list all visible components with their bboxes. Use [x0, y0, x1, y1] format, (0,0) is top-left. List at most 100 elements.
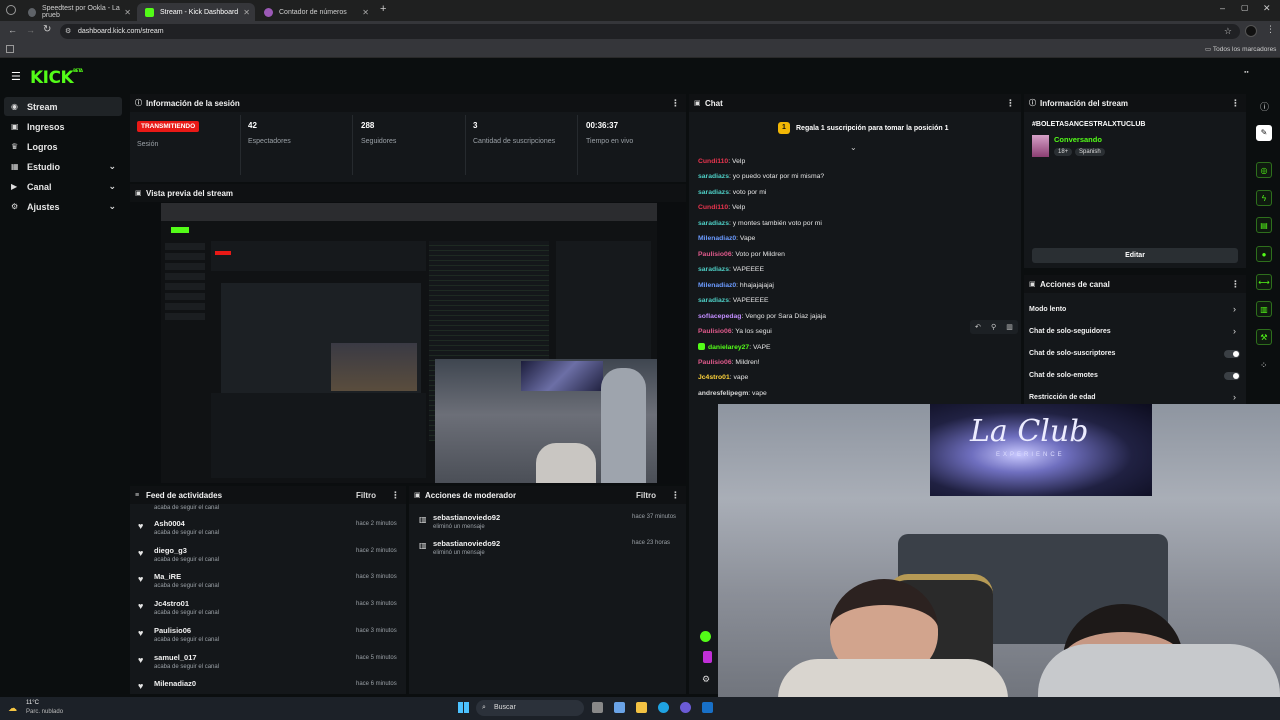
tab-close-icon[interactable]: ✕: [243, 8, 250, 17]
kick-bot-icon[interactable]: [703, 651, 712, 663]
chat-message[interactable]: Cundi110: Velp: [698, 204, 745, 211]
new-tab-button[interactable]: +: [380, 3, 386, 15]
kick-logo[interactable]: KICKBETA: [30, 68, 83, 88]
window-close-button[interactable]: ✕: [1263, 3, 1271, 14]
chat-message[interactable]: saradiazs: voto por mi: [698, 189, 766, 196]
sidebar-item-canal[interactable]: ▶ Canal ⌄: [4, 177, 122, 196]
chat-username[interactable]: saradiazs: [698, 297, 729, 304]
chat-username[interactable]: Milenadiaz0: [698, 235, 736, 242]
chevron-right-icon[interactable]: ›: [1233, 304, 1236, 314]
tab-contador[interactable]: Contador de números ✕: [256, 3, 374, 21]
browser-menu-icon[interactable]: ⋮: [1266, 24, 1275, 35]
subs-only-toggle[interactable]: [1224, 350, 1240, 358]
mod-item-name[interactable]: sebastianoviedo92: [433, 513, 500, 522]
profile-avatar[interactable]: [1245, 25, 1257, 37]
weather-icon[interactable]: ☁: [8, 703, 17, 714]
info-icon[interactable]: ⓘ: [1260, 100, 1269, 113]
chat-username[interactable]: Paulisio06: [698, 359, 732, 366]
feed-item-name[interactable]: Ash0004: [154, 519, 185, 528]
more-options-icon[interactable]: ⋮: [1231, 279, 1240, 290]
chat-message[interactable]: danielarey27: VAPE: [698, 343, 771, 351]
chat-username[interactable]: saradiazs: [698, 266, 729, 273]
chat-username[interactable]: Cundi110: [698, 158, 728, 165]
chevron-right-icon[interactable]: ›: [1233, 326, 1236, 336]
taskbar-app-icon[interactable]: [702, 702, 713, 713]
more-options-icon[interactable]: ⋮: [1006, 98, 1015, 109]
collapse-banner-icon[interactable]: ⌄: [850, 143, 857, 152]
tool-dots-icon[interactable]: ⁘: [1260, 360, 1268, 371]
chat-username[interactable]: Milenadiaz0: [698, 282, 736, 289]
url-input[interactable]: ⚙ dashboard.kick.com/stream ☆: [60, 24, 1240, 39]
emote-picker-icon[interactable]: [700, 631, 711, 642]
chat-message[interactable]: andresfelipegm: vape: [698, 390, 767, 397]
chat-message[interactable]: saradiazs: yo puedo votar por mi misma?: [698, 173, 824, 180]
user-avatar[interactable]: ●●: [1244, 69, 1260, 81]
stream-preview-video[interactable]: [161, 203, 657, 483]
chat-message[interactable]: soflacepedag: Vengo por Sara Díaz jajaja: [698, 313, 826, 320]
chat-settings-icon[interactable]: ⚙: [702, 674, 710, 685]
chat-username[interactable]: Cundi110: [698, 204, 728, 211]
taskbar-app-icon[interactable]: [680, 702, 691, 713]
more-options-icon[interactable]: ⋮: [671, 490, 680, 501]
chat-message[interactable]: saradiazs: VAPEEEE: [698, 266, 764, 273]
chat-username[interactable]: saradiazs: [698, 173, 729, 180]
feed-filter-button[interactable]: Filtro: [356, 491, 376, 500]
feed-item-name[interactable]: Milenadiaz0: [154, 679, 196, 688]
hamburger-menu-icon[interactable]: ☰: [11, 70, 21, 83]
chat-message[interactable]: Milenadiaz0: hhajajajajaj: [698, 282, 774, 289]
pinned-gift-banner[interactable]: 1 Regala 1 suscripción para tomar la pos…: [778, 121, 949, 135]
window-minimize-button[interactable]: –: [1220, 3, 1225, 13]
sidebar-item-ajustes[interactable]: ⚙ Ajustes ⌄: [4, 197, 122, 216]
delete-icon[interactable]: ▥: [1006, 323, 1013, 331]
tool-card-icon[interactable]: ▤: [1256, 217, 1272, 233]
feed-item-name[interactable]: Jc4stro01: [154, 599, 189, 608]
tab-close-icon[interactable]: ✕: [362, 8, 369, 17]
tab-search-icon[interactable]: [6, 5, 16, 15]
tool-clip-icon[interactable]: ◎: [1256, 162, 1272, 178]
taskbar-search[interactable]: ⌕ Buscar: [476, 700, 584, 716]
edit-button[interactable]: Editar: [1032, 248, 1238, 263]
site-info-icon[interactable]: ⚙: [65, 24, 71, 39]
tool-bolt-icon[interactable]: ϟ: [1256, 190, 1272, 206]
tool-share-icon[interactable]: ⟷: [1256, 274, 1272, 290]
taskbar-app-icon[interactable]: [658, 702, 669, 713]
more-options-icon[interactable]: ⋮: [1231, 98, 1240, 109]
chat-username[interactable]: danielarey27: [708, 344, 749, 351]
more-options-icon[interactable]: ⋮: [671, 98, 680, 109]
sidebar-item-estudio[interactable]: ▦ Estudio ⌄: [4, 157, 122, 176]
pin-icon[interactable]: ⚲: [991, 323, 996, 331]
taskbar-app-icon[interactable]: [636, 702, 647, 713]
feed-item-name[interactable]: Paulisio06: [154, 626, 191, 635]
tool-wrench-icon[interactable]: ⚒: [1256, 329, 1272, 345]
chat-username[interactable]: Paulisio06: [698, 328, 732, 335]
taskbar-app-icon[interactable]: [592, 702, 603, 713]
tool-chat-icon[interactable]: ●: [1256, 246, 1272, 262]
windows-start-icon[interactable]: [458, 702, 469, 713]
chat-message[interactable]: saradiazs: VAPEEEEE: [698, 297, 769, 304]
chat-username[interactable]: Paulisio06: [698, 251, 732, 258]
mod-item-name[interactable]: sebastianoviedo92: [433, 539, 500, 548]
chat-message[interactable]: Jc4stro01: vape: [698, 374, 748, 381]
tab-close-icon[interactable]: ✕: [124, 8, 131, 17]
taskbar-app-icon[interactable]: [614, 702, 625, 713]
bookmarks-folder[interactable]: ▭ Todos los marcadores: [1205, 45, 1276, 53]
chat-message[interactable]: Cundi110: Velp: [698, 158, 745, 165]
feed-item-name[interactable]: Ma_iRE: [154, 572, 181, 581]
chat-username[interactable]: Jc4stro01: [698, 374, 730, 381]
forward-icon[interactable]: →: [26, 25, 35, 35]
sidebar-item-logros[interactable]: ♛ Logros: [4, 137, 122, 156]
chat-message[interactable]: Paulisio06: Mildren!: [698, 359, 760, 366]
window-maximize-button[interactable]: ▢: [1241, 3, 1249, 12]
chat-username[interactable]: saradiazs: [698, 189, 729, 196]
tab-speedtest[interactable]: Speedtest por Ookla - La prueb ✕: [20, 3, 136, 21]
sidebar-item-ingresos[interactable]: ▣ Ingresos: [4, 117, 122, 136]
emotes-only-toggle[interactable]: [1224, 372, 1240, 380]
chat-message[interactable]: Milenadiaz0: Vape: [698, 235, 755, 242]
feed-item-name[interactable]: samuel_017: [154, 653, 197, 662]
back-icon[interactable]: ←: [8, 25, 17, 35]
chat-message[interactable]: saradiazs: y montes también voto por mi: [698, 220, 822, 227]
chat-username[interactable]: andresfelipegm: [698, 390, 748, 397]
tab-kick-dashboard[interactable]: Stream - Kick Dashboard ✕: [137, 3, 255, 21]
chat-message[interactable]: Paulisio06: Ya los segui: [698, 328, 772, 335]
feed-item-name[interactable]: diego_g3: [154, 546, 187, 555]
